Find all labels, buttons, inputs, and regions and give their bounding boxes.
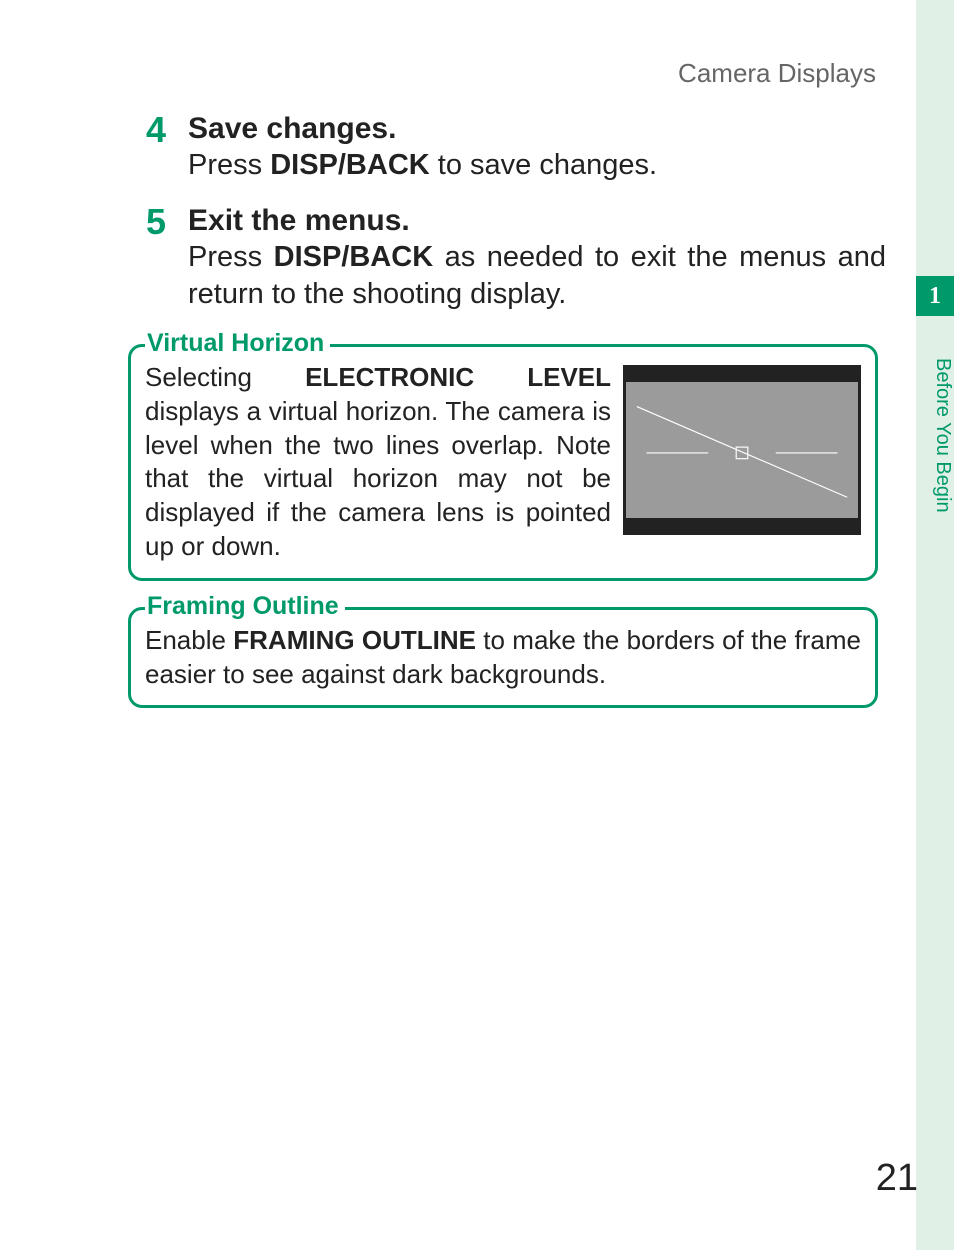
callout-legend: Virtual Horizon (145, 329, 330, 358)
step-number: 4 (146, 109, 166, 151)
page-number: 21 (876, 1157, 918, 1200)
text: Selecting (145, 362, 305, 392)
virtual-horizon-illustration (623, 365, 861, 535)
page-body: Camera Displays 4 Save changes. Press DI… (0, 0, 916, 1250)
chapter-tab: 1 (916, 276, 954, 316)
text: to save changes. (430, 149, 657, 181)
legend-text: Framing Outline (147, 592, 339, 621)
text: Press (188, 241, 274, 273)
callout-virtual-horizon: Virtual Horizon Selecting ELECTRONIC LEV… (128, 344, 878, 581)
callout-legend: Framing Outline (145, 592, 345, 621)
side-strip (916, 0, 954, 1250)
step-4: 4 Save changes. Press DISP/BACK to save … (120, 111, 886, 185)
step-title: Save changes. (188, 111, 886, 147)
keyword-framing-outline: FRAMING OUTLINE (233, 625, 476, 655)
chapter-label: Before You Begin (916, 320, 954, 540)
step-number: 5 (146, 201, 166, 243)
page-header: Camera Displays (120, 58, 886, 89)
step-5: 5 Exit the menus. Press DISP/BACK as nee… (120, 203, 886, 314)
keyword-electronic-level: ELECTRONIC LEVEL (305, 362, 611, 392)
step-body: Press DISP/BACK to save changes. (188, 147, 886, 185)
step-body: Press DISP/BACK as needed to exit the me… (188, 239, 886, 314)
text: Press (188, 149, 270, 181)
step-title: Exit the menus. (188, 203, 886, 239)
callout-text: Selecting ELECTRONIC LEVEL displays a vi… (145, 361, 611, 564)
keyword-disp-back: DISP/BACK (270, 149, 430, 181)
callout-text: Enable FRAMING OUTLINE to make the borde… (145, 624, 861, 692)
legend-text: Virtual Horizon (147, 329, 324, 358)
text: Enable (145, 625, 233, 655)
callout-framing-outline: Framing Outline Enable FRAMING OUTLINE t… (128, 607, 878, 709)
keyword-disp-back: DISP/BACK (274, 241, 434, 273)
text: displays a virtual horizon. The camera i… (145, 396, 611, 561)
